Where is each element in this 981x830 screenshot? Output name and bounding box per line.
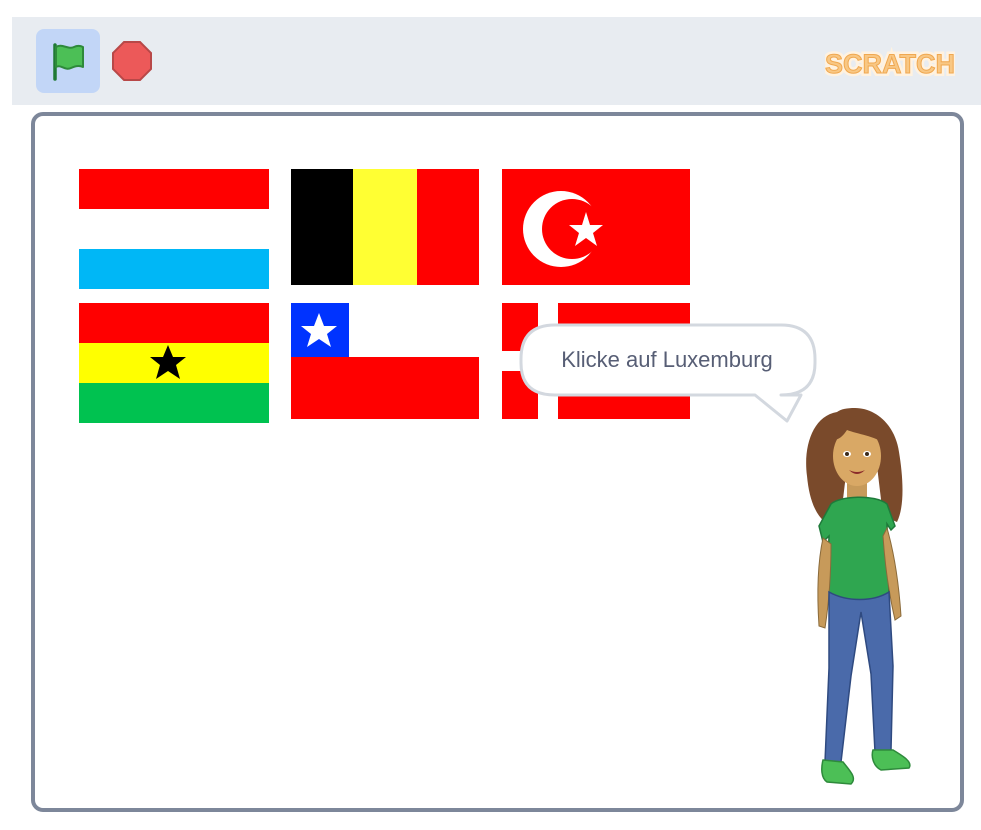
flag-ghana[interactable] — [79, 303, 269, 423]
girl-sprite[interactable] — [795, 406, 925, 798]
green-flag-button[interactable] — [36, 29, 100, 93]
flag-luxembourg[interactable] — [79, 169, 269, 289]
speech-bubble-text: Klicke auf Luxemburg — [561, 347, 773, 372]
flag-belgium[interactable] — [291, 169, 479, 285]
scratch-logo: SCRATCH SCRATCH — [822, 39, 958, 87]
speech-bubble: Klicke auf Luxemburg — [519, 323, 817, 423]
green-flag-icon — [53, 43, 84, 81]
flag-turkey[interactable] — [502, 169, 690, 285]
svg-text:SCRATCH: SCRATCH — [825, 49, 955, 79]
stage[interactable]: Klicke auf Luxemburg — [31, 112, 964, 812]
stop-sign-icon — [112, 41, 152, 81]
stop-button[interactable] — [108, 37, 156, 85]
stage-toolbar: SCRATCH SCRATCH — [12, 17, 981, 105]
flag-chile[interactable] — [291, 303, 479, 419]
